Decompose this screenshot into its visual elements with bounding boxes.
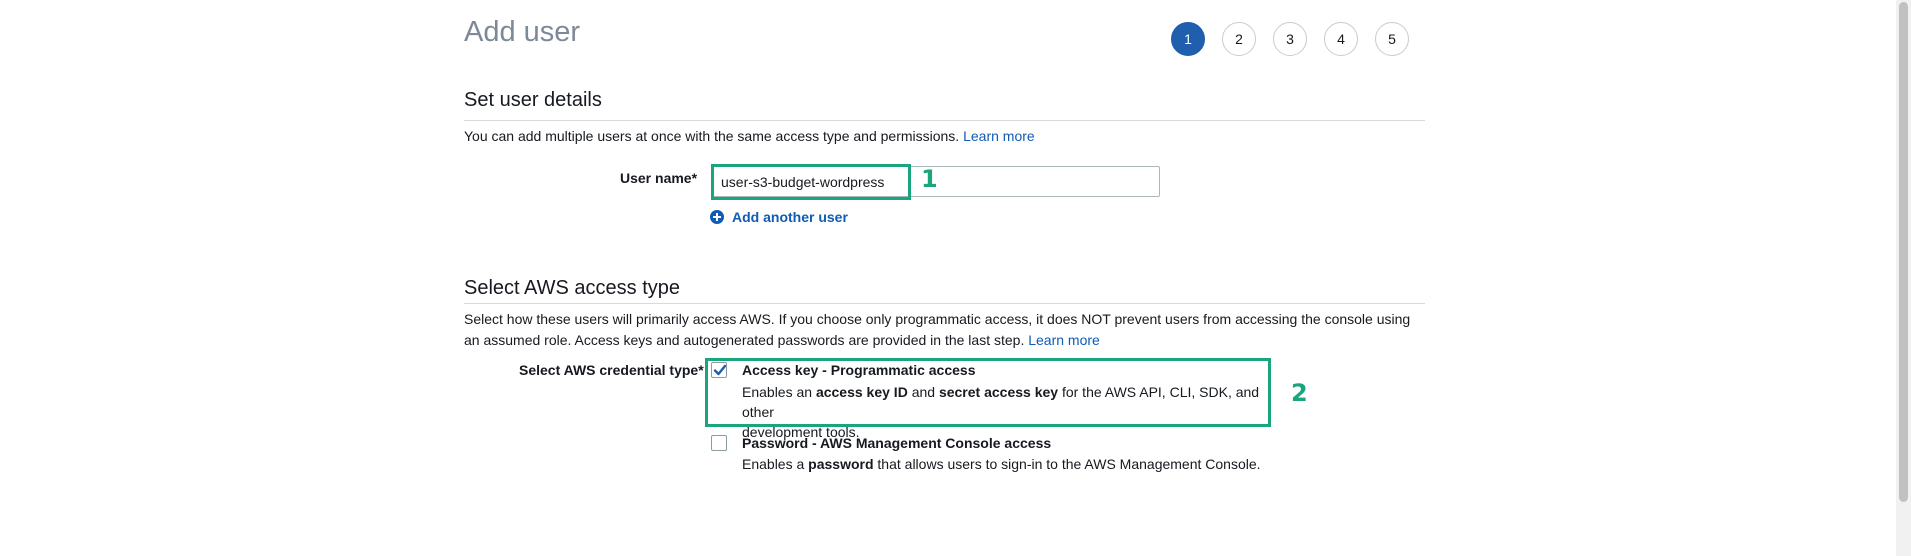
programmatic-access-description: Enables an access key ID and secret acce… [742,382,1272,442]
programmatic-access-checkbox[interactable] [711,362,727,378]
console-access-checkbox[interactable] [711,435,727,451]
desc-text: that allows users to sign-in to the AWS … [873,456,1261,472]
access-type-text-line1: Select how these users will primarily ac… [464,311,1411,327]
desc-text: and [907,384,939,400]
desc-bold: secret access key [938,384,1059,400]
add-another-user-label: Add another user [732,209,848,225]
step-5[interactable]: 5 [1375,22,1409,56]
user-details-text: You can add multiple users at once with … [464,128,960,144]
set-user-details-heading: Set user details [464,89,602,111]
add-another-user-button[interactable]: Add another user [710,209,848,225]
programmatic-access-title[interactable]: Access key - Programmatic access [742,362,975,378]
desc-bold: password [808,456,874,472]
access-type-description: Select how these users will primarily ac… [464,309,1424,351]
step-4[interactable]: 4 [1324,22,1358,56]
annotation-number-1: 1 [921,165,938,193]
user-details-description: You can add multiple users at once with … [464,126,1035,147]
desc-text: Enables an [742,384,816,400]
add-user-page: Add user 1 2 3 4 5 Set user details You … [0,0,1911,556]
credential-type-label: Select AWS credential type* [519,362,704,378]
desc-text: Enables a [742,456,809,472]
console-access-description: Enables a password that allows users to … [742,454,1302,474]
checkmark-icon [713,364,727,376]
vertical-scrollbar[interactable] [1896,0,1911,556]
user-name-label: User name* [620,170,698,186]
section-divider [464,120,1425,121]
page-title: Add user [464,16,581,48]
wizard-steps: 1 2 3 4 5 [1171,22,1409,56]
console-access-title[interactable]: Password - AWS Management Console access [742,435,1051,451]
access-type-heading: Select AWS access type [464,277,681,299]
plus-circle-icon [710,210,724,224]
access-type-text-line2: an assumed role. Access keys and autogen… [464,332,1025,348]
learn-more-link[interactable]: Learn more [1028,332,1100,348]
step-1[interactable]: 1 [1171,22,1205,56]
step-2[interactable]: 2 [1222,22,1256,56]
annotation-number-2: 2 [1291,379,1308,407]
desc-bold: access key ID [815,384,908,400]
scrollbar-thumb[interactable] [1899,2,1908,502]
step-3[interactable]: 3 [1273,22,1307,56]
learn-more-link[interactable]: Learn more [963,128,1035,144]
section-divider [464,303,1425,304]
